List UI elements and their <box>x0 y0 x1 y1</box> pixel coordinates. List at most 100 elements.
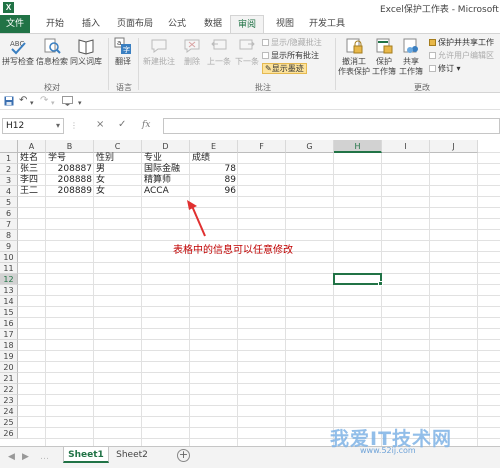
row-header-9[interactable]: 9 <box>0 241 18 252</box>
cell-e3[interactable]: 89 <box>192 175 236 186</box>
cell-a1[interactable]: 姓名 <box>20 153 44 164</box>
customize-toolbar-icon[interactable] <box>62 96 73 106</box>
cell-a3[interactable]: 李四 <box>20 175 44 186</box>
row-header-8[interactable]: 8 <box>0 230 18 241</box>
tab-insert[interactable]: 插入 <box>74 15 108 33</box>
select-all-corner[interactable] <box>0 140 18 153</box>
row-header-21[interactable]: 21 <box>0 373 18 384</box>
row-header-12[interactable]: 12 <box>0 274 18 285</box>
next-sheet-icon[interactable]: ▶ <box>22 452 29 462</box>
row-header-24[interactable]: 24 <box>0 406 18 417</box>
tab-developer[interactable]: 开发工具 <box>304 15 350 33</box>
row-header-18[interactable]: 18 <box>0 340 18 351</box>
next-comment-button[interactable]: 下一条 <box>235 37 259 67</box>
add-sheet-icon[interactable]: + <box>177 449 190 462</box>
protect-workbook-button[interactable]: 保护 工作簿 <box>372 37 396 77</box>
column-header-c[interactable]: C <box>94 140 142 153</box>
tab-home[interactable]: 开始 <box>38 15 72 33</box>
sheet-tab-sheet1[interactable]: Sheet1 <box>63 447 109 463</box>
cell-a2[interactable]: 张三 <box>20 164 44 175</box>
unprotect-sheet-button[interactable]: 撤消工 作表保护 <box>338 37 370 77</box>
cell-e1[interactable]: 成绩 <box>192 153 236 164</box>
translate-button[interactable]: a字 翻译 <box>114 37 132 67</box>
redo-dropdown-icon[interactable]: ▾ <box>51 98 55 108</box>
row-header-26[interactable]: 26 <box>0 428 18 439</box>
undo-dropdown-icon[interactable]: ▾ <box>30 98 34 108</box>
cell-e2[interactable]: 78 <box>192 164 236 175</box>
row-header-5[interactable]: 5 <box>0 197 18 208</box>
name-box[interactable]: H12 ▾ <box>2 118 64 134</box>
qat-more-icon[interactable]: ▾ <box>78 98 82 108</box>
show-ink-button[interactable]: ✎显示墨迹 <box>262 63 307 74</box>
enter-icon[interactable]: ✓ <box>118 119 126 130</box>
row-header-14[interactable]: 14 <box>0 296 18 307</box>
cell-b2[interactable]: 208887 <box>48 164 92 175</box>
thesaurus-button[interactable]: 同义词库 <box>70 37 102 67</box>
fill-handle[interactable] <box>378 281 383 286</box>
cell-a4[interactable]: 王二 <box>20 186 44 197</box>
cell-c1[interactable]: 性别 <box>96 153 140 164</box>
row-header-15[interactable]: 15 <box>0 307 18 318</box>
row-header-1[interactable]: 1 <box>0 153 18 164</box>
cell-b3[interactable]: 208888 <box>48 175 92 186</box>
more-sheets-icon[interactable]: … <box>40 452 49 462</box>
tab-formulas[interactable]: 公式 <box>160 15 194 33</box>
previous-comment-button[interactable]: 上一条 <box>207 37 231 67</box>
row-header-10[interactable]: 10 <box>0 252 18 263</box>
allow-edit-ranges-button[interactable]: 允许用户编辑区 <box>429 51 494 61</box>
row-header-4[interactable]: 4 <box>0 186 18 197</box>
protect-share-workbook-button[interactable]: 保护并共享工作 <box>429 38 494 48</box>
excel-app-icon[interactable]: X <box>3 2 14 13</box>
column-header-f[interactable]: F <box>238 140 286 153</box>
track-changes-button[interactable]: 修订 ▾ <box>429 64 461 74</box>
cell-e4[interactable]: 96 <box>192 186 236 197</box>
row-header-17[interactable]: 17 <box>0 329 18 340</box>
tab-view[interactable]: 视图 <box>268 15 302 33</box>
cancel-icon[interactable]: × <box>96 119 104 130</box>
formula-input[interactable] <box>163 118 500 134</box>
cell-d4[interactable]: ACCA <box>144 186 188 197</box>
tab-review[interactable]: 审阅 <box>230 15 264 33</box>
row-header-6[interactable]: 6 <box>0 208 18 219</box>
cell-d3[interactable]: 精算师 <box>144 175 188 186</box>
column-header-i[interactable]: I <box>382 140 430 153</box>
tab-data[interactable]: 数据 <box>196 15 230 33</box>
share-workbook-button[interactable]: 共享 工作簿 <box>399 37 423 77</box>
show-hide-comment-button[interactable]: 显示/隐藏批注 <box>262 38 322 48</box>
cell-d1[interactable]: 专业 <box>144 153 188 164</box>
row-header-23[interactable]: 23 <box>0 395 18 406</box>
delete-comment-button[interactable]: 删除 <box>183 37 201 67</box>
cell-b1[interactable]: 学号 <box>48 153 92 164</box>
column-header-h[interactable]: H <box>334 140 382 153</box>
redo-icon[interactable]: ↷ <box>40 96 48 106</box>
column-header-a[interactable]: A <box>18 140 46 153</box>
cell-c2[interactable]: 男 <box>96 164 140 175</box>
column-header-d[interactable]: D <box>142 140 190 153</box>
row-header-2[interactable]: 2 <box>0 164 18 175</box>
column-header-j[interactable]: J <box>430 140 478 153</box>
chevron-down-icon[interactable]: ▾ <box>56 119 60 133</box>
column-header-b[interactable]: B <box>46 140 94 153</box>
undo-icon[interactable]: ↶ <box>19 96 27 106</box>
previous-sheet-icon[interactable]: ◀ <box>8 452 15 462</box>
column-header-e[interactable]: E <box>190 140 238 153</box>
cell-b4[interactable]: 208889 <box>48 186 92 197</box>
worksheet-grid[interactable]: ABCDEFGHIJ 1 2 3 4 5 6 7 8 9 10 11 12 13 14 15 16 17 18 19… <box>0 140 500 446</box>
row-header-16[interactable]: 16 <box>0 318 18 329</box>
insert-function-icon[interactable]: fx <box>142 120 150 130</box>
row-header-3[interactable]: 3 <box>0 175 18 186</box>
row-header-19[interactable]: 19 <box>0 351 18 362</box>
spelling-button[interactable]: ABC 拼写检查 <box>2 37 34 67</box>
column-header-g[interactable]: G <box>286 140 334 153</box>
cell-c3[interactable]: 女 <box>96 175 140 186</box>
row-header-13[interactable]: 13 <box>0 285 18 296</box>
active-cell-selection[interactable] <box>333 273 383 286</box>
research-button[interactable]: 信息检索 <box>36 37 68 67</box>
tab-file[interactable]: 文件 <box>0 15 30 33</box>
new-comment-button[interactable]: 新建批注 <box>143 37 175 67</box>
row-header-7[interactable]: 7 <box>0 219 18 230</box>
save-icon[interactable] <box>4 96 14 106</box>
row-header-20[interactable]: 20 <box>0 362 18 373</box>
cell-c4[interactable]: 女 <box>96 186 140 197</box>
row-header-11[interactable]: 11 <box>0 263 18 274</box>
